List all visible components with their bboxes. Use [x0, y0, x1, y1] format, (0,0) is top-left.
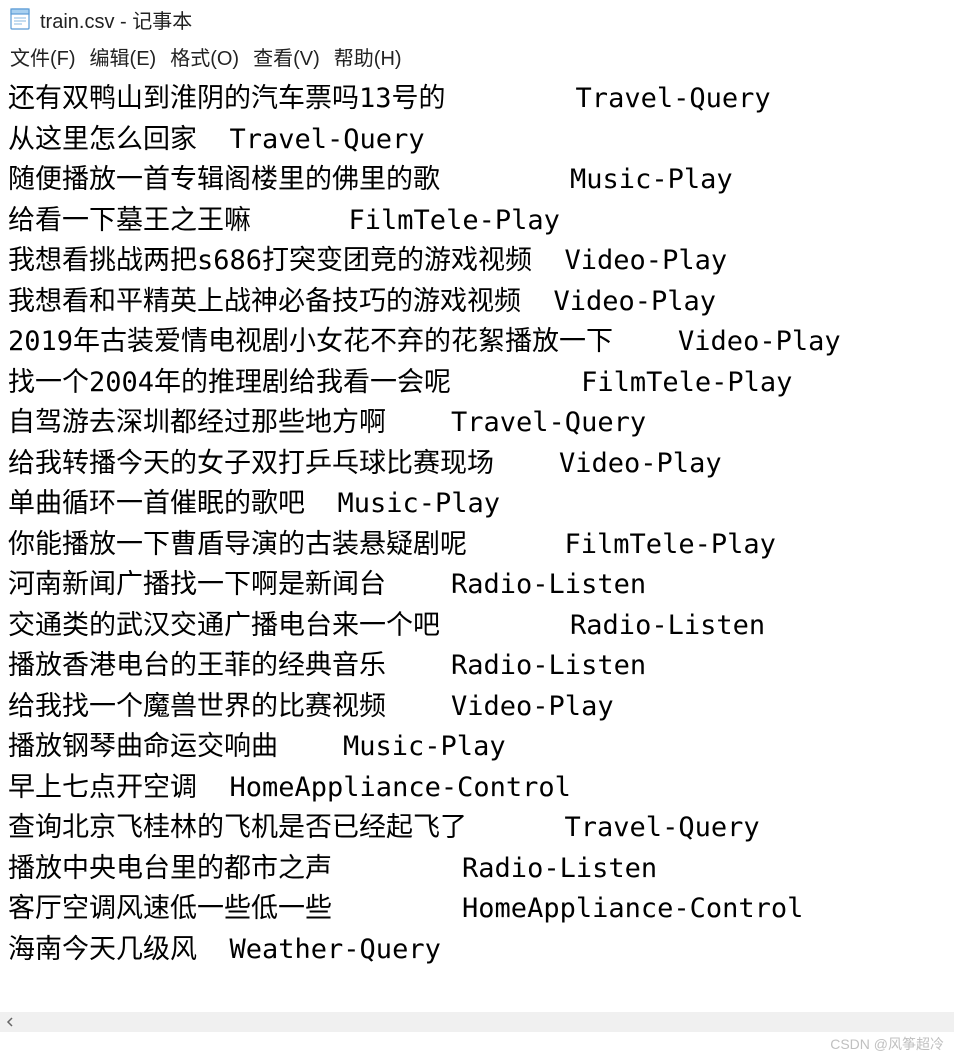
text-line: 早上七点开空调 HomeAppliance-Control	[8, 768, 946, 809]
text-line: 自驾游去深圳都经过那些地方啊 Travel-Query	[8, 403, 946, 444]
text-line: 单曲循环一首催眠的歌吧 Music-Play	[8, 484, 946, 525]
text-line: 我想看挑战两把s686打突变团竞的游戏视频 Video-Play	[8, 241, 946, 282]
text-line: 我想看和平精英上战神必备技巧的游戏视频 Video-Play	[8, 282, 946, 323]
text-line: 给我转播今天的女子双打乒乓球比赛现场 Video-Play	[8, 444, 946, 485]
scroll-left-arrow-icon[interactable]	[0, 1012, 20, 1032]
menu-edit[interactable]: 编辑(E)	[90, 42, 157, 71]
text-line: 给我找一个魔兽世界的比赛视频 Video-Play	[8, 687, 946, 728]
text-line: 找一个2004年的推理剧给我看一会呢 FilmTele-Play	[8, 363, 946, 404]
text-line: 客厅空调风速低一些低一些 HomeAppliance-Control	[8, 889, 946, 930]
text-line: 河南新闻广播找一下啊是新闻台 Radio-Listen	[8, 565, 946, 606]
text-line: 海南今天几级风 Weather-Query	[8, 930, 946, 971]
text-line: 2019年古装爱情电视剧小女花不弃的花絮播放一下 Video-Play	[8, 322, 946, 363]
text-line: 播放香港电台的王菲的经典音乐 Radio-Listen	[8, 646, 946, 687]
notepad-icon	[8, 7, 32, 31]
menu-view[interactable]: 查看(V)	[253, 42, 320, 71]
menu-help[interactable]: 帮助(H)	[334, 42, 402, 71]
text-line: 随便播放一首专辑阁楼里的佛里的歌 Music-Play	[8, 160, 946, 201]
watermark: CSDN @风筝超冷	[830, 1034, 944, 1054]
menu-bar: 文件(F) 编辑(E) 格式(O) 查看(V) 帮助(H)	[0, 38, 954, 77]
window-title: train.csv - 记事本	[40, 5, 192, 34]
text-line: 你能播放一下曹盾导演的古装悬疑剧呢 FilmTele-Play	[8, 525, 946, 566]
horizontal-scrollbar[interactable]	[0, 1012, 954, 1032]
text-line: 交通类的武汉交通广播电台来一个吧 Radio-Listen	[8, 606, 946, 647]
title-bar: train.csv - 记事本	[0, 0, 954, 38]
menu-format[interactable]: 格式(O)	[170, 42, 239, 71]
text-line: 查询北京飞桂林的飞机是否已经起飞了 Travel-Query	[8, 808, 946, 849]
text-line: 从这里怎么回家 Travel-Query	[8, 120, 946, 161]
menu-file[interactable]: 文件(F)	[10, 42, 76, 71]
text-line: 播放钢琴曲命运交响曲 Music-Play	[8, 727, 946, 768]
text-line: 还有双鸭山到淮阴的汽车票吗13号的 Travel-Query	[8, 79, 946, 120]
text-content[interactable]: 还有双鸭山到淮阴的汽车票吗13号的 Travel-Query从这里怎么回家 Tr…	[0, 77, 954, 972]
text-line: 播放中央电台里的都市之声 Radio-Listen	[8, 849, 946, 890]
text-line: 给看一下墓王之王嘛 FilmTele-Play	[8, 201, 946, 242]
